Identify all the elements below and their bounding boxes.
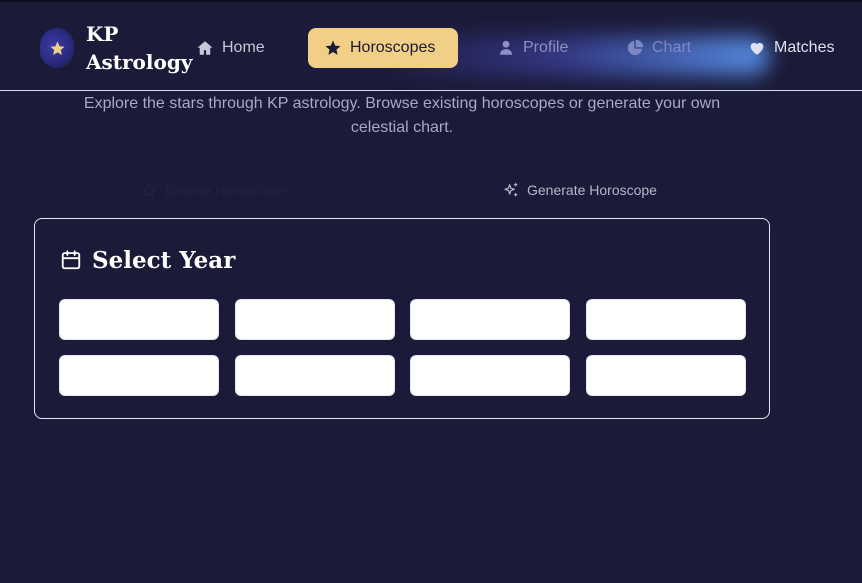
nav-matches-label: Matches (774, 39, 835, 56)
tab-browse-label: Browse Horoscopes (165, 182, 291, 198)
logo-star-icon[interactable] (40, 28, 74, 68)
nav-horoscopes[interactable]: Horoscopes (308, 28, 458, 68)
nav-chart[interactable]: Chart (626, 28, 691, 68)
tab-generate-horoscope[interactable]: Generate Horoscope (503, 178, 657, 202)
nav-profile-label: Profile (523, 39, 569, 56)
year-button[interactable] (59, 299, 219, 340)
nav-home-label: Home (222, 39, 265, 56)
year-button[interactable] (586, 299, 746, 340)
pie-chart-icon (627, 39, 644, 56)
year-button[interactable] (410, 299, 570, 340)
select-year-card: Select Year (34, 218, 770, 419)
year-button[interactable] (235, 355, 395, 396)
brand-line-1: KP (86, 22, 119, 46)
intro-text: Explore the stars through KP astrology. … (83, 95, 721, 136)
heart-icon (750, 42, 764, 55)
top-navbar: KP Astrology Home Horoscopes Profile Cha… (0, 0, 862, 91)
year-button[interactable] (59, 355, 219, 396)
calendar-icon (61, 250, 81, 270)
nav-profile[interactable]: Profile (497, 28, 568, 68)
nav-home[interactable]: Home (196, 28, 265, 68)
star-icon (325, 40, 341, 55)
year-button[interactable] (586, 355, 746, 396)
brand-title[interactable]: KP Astrology (86, 20, 192, 76)
tab-browse-horoscopes[interactable]: Browse Horoscopes (141, 178, 290, 202)
year-button[interactable] (410, 355, 570, 396)
year-button[interactable] (235, 299, 395, 340)
star-outline-icon (142, 183, 156, 197)
tab-generate-label: Generate Horoscope (527, 182, 657, 198)
sparkles-icon (504, 182, 518, 197)
home-icon (197, 41, 213, 55)
select-year-title: Select Year (92, 246, 236, 274)
star-icon (49, 40, 65, 55)
nav-horoscopes-label: Horoscopes (350, 39, 436, 56)
select-year-heading: Select Year (60, 245, 235, 275)
nav-matches[interactable]: Matches (748, 28, 834, 68)
brand-line-2: Astrology (86, 50, 193, 74)
nav-chart-label: Chart (652, 39, 692, 56)
user-icon (500, 40, 512, 55)
